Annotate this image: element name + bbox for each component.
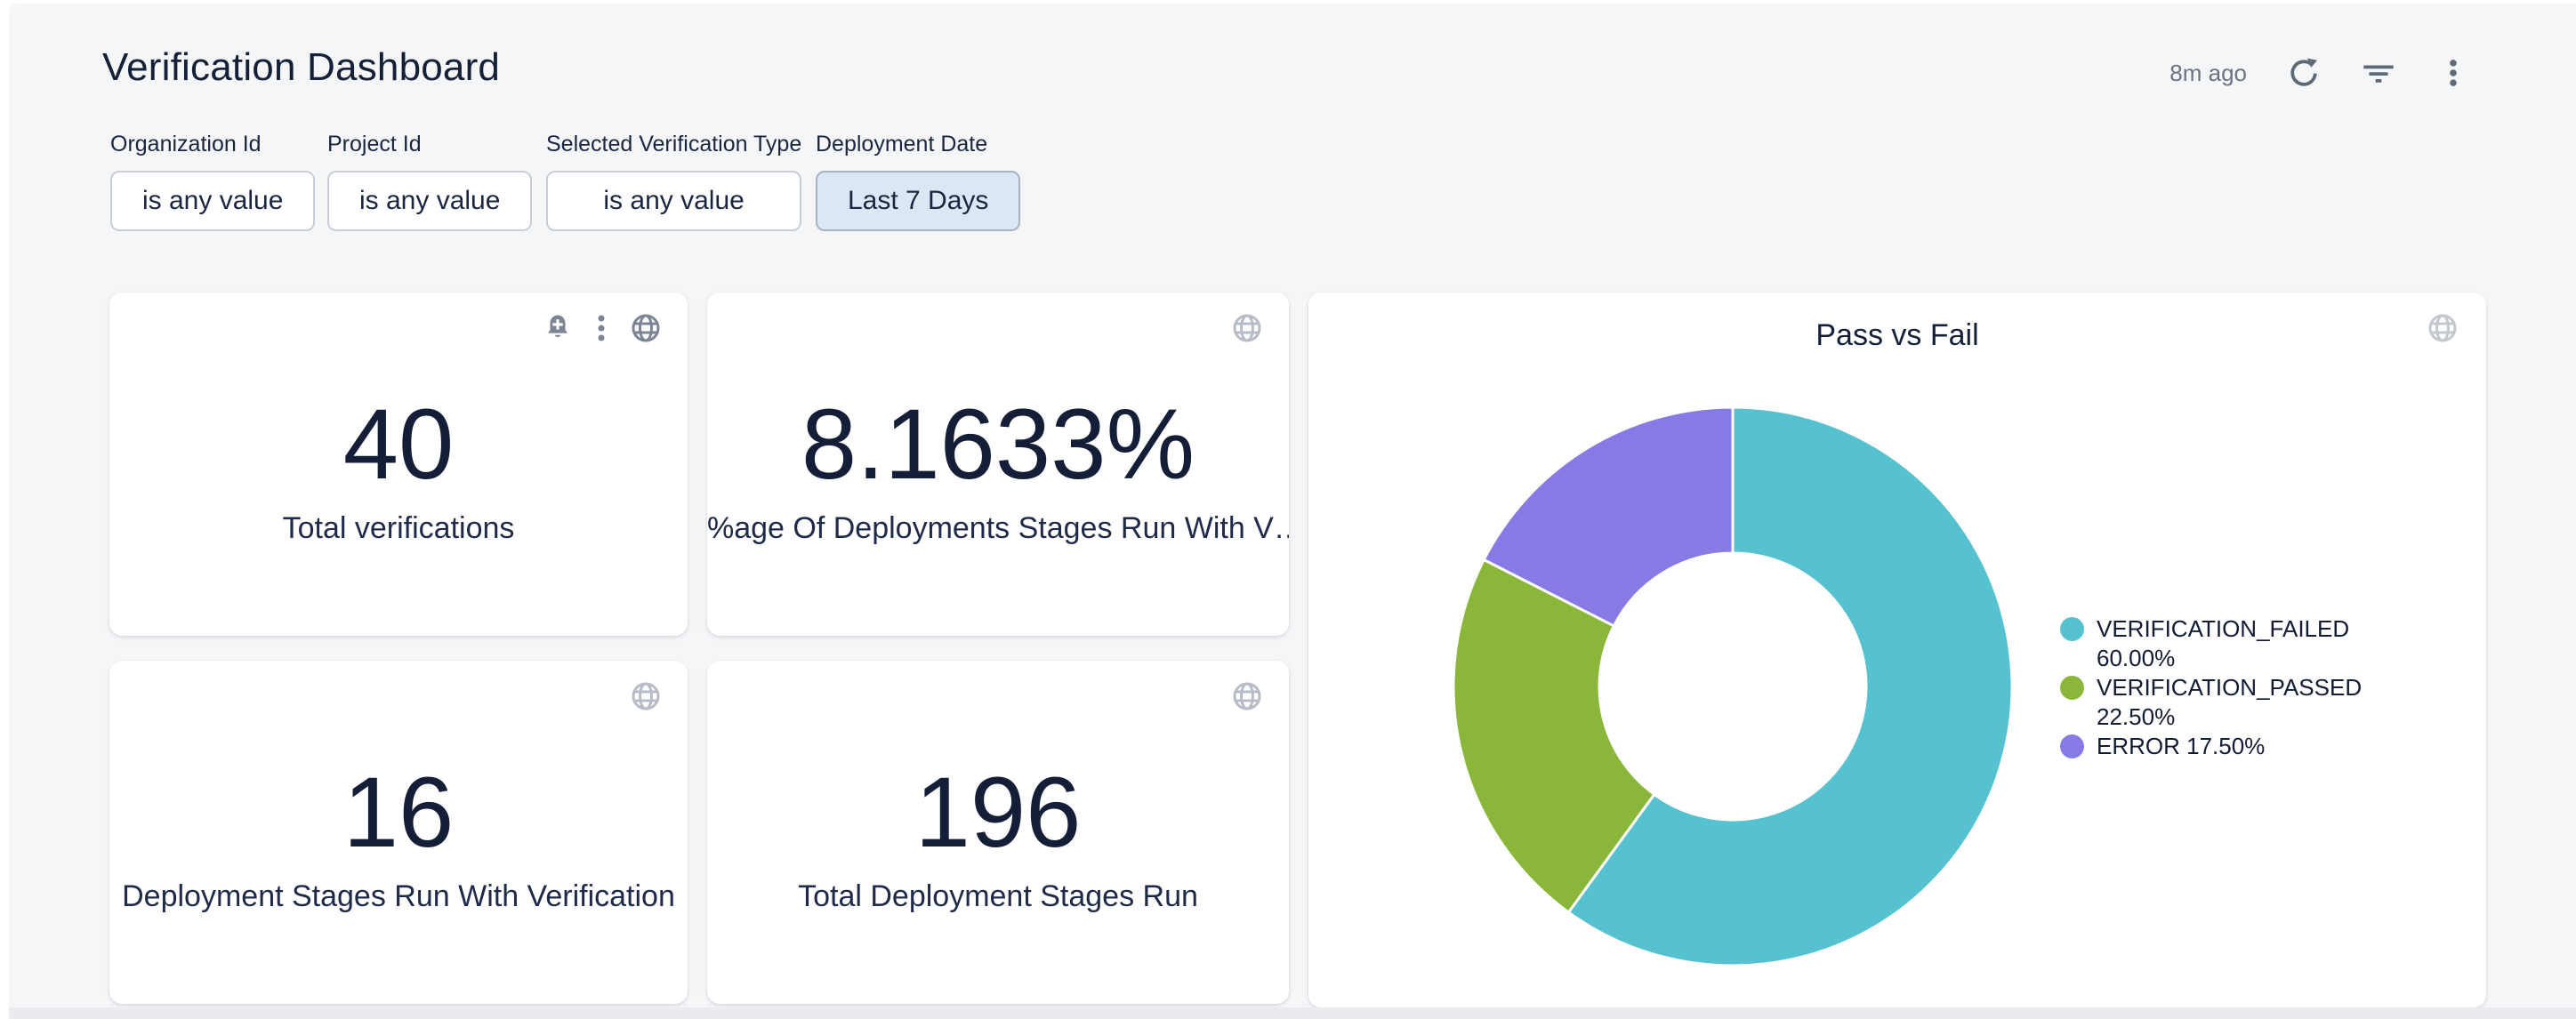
chart-legend: VERIFICATION_FAILED 60.00% VERIFICATION_… xyxy=(2060,614,2362,761)
legend-swatch xyxy=(2060,734,2084,758)
single-value-viz: 16 Deployment Stages Run With Verificati… xyxy=(109,661,688,1004)
dashboard-panel: Verification Dashboard 8m ago xyxy=(9,4,2576,1019)
filter-label: Deployment Date xyxy=(816,130,1020,158)
card-hover-actions xyxy=(1230,679,1264,713)
filter-label: Organization Id xyxy=(110,130,315,158)
metric-label: Total verifications xyxy=(109,508,688,549)
dashboard-header-actions: 8m ago xyxy=(2169,55,2471,91)
filter-value-button[interactable]: is any value xyxy=(546,171,801,231)
metric-value: 196 xyxy=(707,751,1289,874)
card-hover-actions xyxy=(629,679,663,713)
globe-icon[interactable] xyxy=(629,311,663,345)
card-pass-vs-fail-chart: Pass vs Fail xyxy=(1308,293,2486,1007)
single-value-viz: 8.1633% %age Of Deployments Stages Run W… xyxy=(707,293,1289,636)
legend-label: VERIFICATION_FAILED 60.00% xyxy=(2097,614,2349,673)
bell-plus-icon[interactable] xyxy=(542,312,574,344)
metric-value: 8.1633% xyxy=(707,383,1289,506)
card-total-deployment-stages-run: 196 Total Deployment Stages Run xyxy=(707,661,1289,1004)
legend-label: VERIFICATION_PASSED 22.50% xyxy=(2097,673,2362,732)
filter-label: Project Id xyxy=(327,130,532,158)
filter-label: Selected Verification Type xyxy=(546,130,801,158)
globe-icon[interactable] xyxy=(629,679,663,713)
legend-item-verification-failed[interactable]: VERIFICATION_FAILED 60.00% xyxy=(2060,614,2362,673)
filter-selected-verification-type: Selected Verification Type is any value xyxy=(546,130,801,231)
metric-label: %age Of Deployments Stages Run With V… xyxy=(707,508,1289,549)
legend-swatch xyxy=(2060,617,2084,641)
legend-swatch xyxy=(2060,676,2084,700)
donut-chart xyxy=(1439,393,2026,980)
card-hover-actions xyxy=(542,311,663,345)
verification-dashboard-screen: Verification Dashboard 8m ago xyxy=(0,0,2576,1019)
legend-item-verification-passed[interactable]: VERIFICATION_PASSED 22.50% xyxy=(2060,673,2362,732)
page-title: Verification Dashboard xyxy=(102,44,500,91)
filter-icon[interactable] xyxy=(2361,55,2396,91)
card-stages-run-with-verification: 16 Deployment Stages Run With Verificati… xyxy=(109,661,688,1004)
globe-icon[interactable] xyxy=(1230,311,1264,345)
horizontal-scrollbar-track[interactable] xyxy=(9,1007,2576,1019)
kebab-menu-icon[interactable] xyxy=(2435,55,2471,91)
filter-value-button[interactable]: is any value xyxy=(110,171,315,231)
metric-label: Deployment Stages Run With Verification xyxy=(109,876,688,917)
globe-icon[interactable] xyxy=(1230,679,1264,713)
chart-title: Pass vs Fail xyxy=(1308,316,2486,355)
refresh-icon[interactable] xyxy=(2286,55,2322,91)
globe-icon[interactable] xyxy=(2426,311,2459,345)
card-hover-actions xyxy=(1230,311,1264,345)
metric-value: 16 xyxy=(109,751,688,874)
filter-organization-id: Organization Id is any value xyxy=(110,130,315,231)
single-value-viz: 196 Total Deployment Stages Run xyxy=(707,661,1289,1004)
last-refresh-timestamp: 8m ago xyxy=(2169,60,2247,87)
filter-value-button[interactable]: is any value xyxy=(327,171,532,231)
metric-label: Total Deployment Stages Run xyxy=(707,876,1289,917)
metric-value: 40 xyxy=(109,383,688,506)
filter-project-id: Project Id is any value xyxy=(327,130,532,231)
filter-value-button[interactable]: Last 7 Days xyxy=(816,171,1020,231)
card-hover-actions xyxy=(2426,311,2459,345)
card-pct-stages-with-verification: 8.1633% %age Of Deployments Stages Run W… xyxy=(707,293,1289,636)
kebab-menu-icon[interactable] xyxy=(596,312,607,344)
filter-deployment-date: Deployment Date Last 7 Days xyxy=(816,130,1020,231)
card-total-verifications: 40 Total verifications xyxy=(109,293,688,636)
legend-label: ERROR 17.50% xyxy=(2097,732,2265,761)
legend-item-error[interactable]: ERROR 17.50% xyxy=(2060,732,2362,761)
